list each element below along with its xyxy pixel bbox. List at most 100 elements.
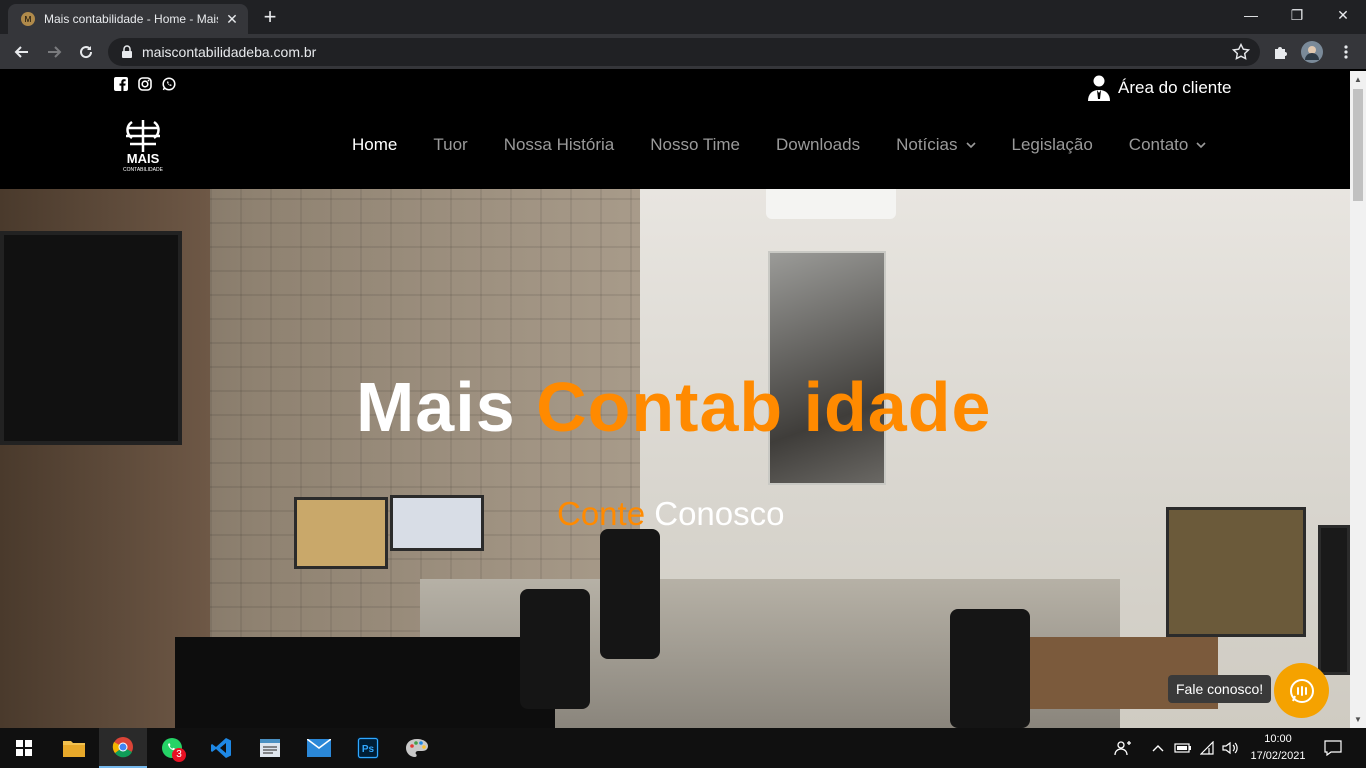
clock-date: 17/02/2021 (1250, 750, 1306, 762)
web-page: Área do cliente MAIS CONTABILIDADE Home … (0, 71, 1350, 728)
browser-tab[interactable]: M Mais contabilidade - Home - Mais conta… (8, 4, 248, 34)
nav-item-legislacao[interactable]: Legislação (1012, 135, 1093, 155)
nav-label: Contato (1128, 135, 1189, 154)
nav-item-nossa-historia[interactable]: Nossa História (504, 135, 615, 155)
hero-desk (175, 637, 555, 728)
restore-button[interactable]: ❐ (1274, 0, 1320, 30)
system-clock[interactable]: 10:00 17/02/2021 (1248, 731, 1308, 765)
tab-title: Mais contabilidade - Home - Mais contabi… (44, 12, 218, 26)
new-tab-button[interactable]: + (258, 6, 282, 28)
puzzle-icon (1275, 47, 1287, 59)
logo-emblem-icon: MAIS CONTABILIDADE (123, 120, 164, 173)
svg-text:CONTABILIDADE: CONTABILIDADE (123, 167, 164, 173)
taskbar-file-explorer[interactable] (50, 728, 98, 768)
mail-icon (307, 739, 331, 757)
profile-avatar[interactable] (1298, 38, 1326, 66)
hero-monitor (1318, 525, 1350, 675)
chat-bubble-icon (1289, 678, 1314, 703)
start-button[interactable] (0, 728, 48, 768)
taskbar-vscode[interactable] (197, 728, 245, 768)
nav-item-contato[interactable]: Contato (1129, 135, 1207, 155)
paint-palette-icon (406, 739, 428, 757)
hero-subtitle: Conte Conosco (557, 495, 784, 533)
social-links (114, 77, 176, 91)
hero-air-conditioner (766, 189, 896, 219)
chat-label[interactable]: Fale conosco! (1168, 675, 1272, 703)
bookmark-star-icon[interactable] (1232, 43, 1250, 61)
tray-people-icon[interactable] (1114, 728, 1132, 768)
hero-subtitle-orange: Conte (557, 495, 655, 532)
taskbar-chrome[interactable] (99, 728, 147, 768)
taskbar-mail[interactable] (295, 728, 343, 768)
taskbar-photoshop[interactable]: Ps (344, 728, 392, 768)
nav-label: Tuor (433, 135, 468, 154)
scrollbar-thumb[interactable] (1353, 89, 1363, 201)
folder-icon (63, 741, 85, 757)
hero-title-orange: Contab idade (536, 368, 992, 446)
windows-logo-icon (16, 740, 32, 756)
tray-notifications-icon[interactable] (1324, 728, 1342, 768)
taskbar-whatsapp[interactable] (148, 728, 196, 768)
site-logo[interactable]: MAIS CONTABILIDADE (118, 118, 168, 174)
nav-label: Notícias (896, 135, 958, 154)
hero-chair (520, 589, 590, 709)
reload-icon (80, 46, 93, 59)
forward-button[interactable] (40, 38, 68, 66)
nav-item-nosso-time[interactable]: Nosso Time (650, 135, 740, 155)
hero-monitor (1166, 507, 1306, 637)
chevron-down-icon (965, 142, 976, 149)
nav-label: Nossa História (503, 135, 615, 154)
client-area-link[interactable]: Área do cliente (1088, 75, 1231, 101)
scroll-up-arrow-icon[interactable]: ▲ (1354, 75, 1362, 84)
clock-time: 10:00 (1264, 733, 1292, 745)
tray-battery-icon[interactable] (1174, 728, 1192, 768)
vscode-icon (211, 738, 231, 758)
tab-close-icon[interactable]: ✕ (224, 11, 240, 28)
browser-toolbar: maiscontabilidadeba.com.br (0, 34, 1366, 70)
svg-text:Ps: Ps (362, 744, 375, 755)
back-arrow-icon (14, 46, 28, 58)
site-header: Área do cliente MAIS CONTABILIDADE Home … (0, 71, 1350, 189)
nav-item-home[interactable]: Home (352, 135, 397, 155)
hero-title: Mais Contab idade (356, 367, 991, 447)
tray-volume-icon[interactable] (1222, 728, 1238, 768)
kebab-menu-icon (1344, 45, 1348, 59)
extensions-button[interactable] (1266, 38, 1294, 66)
nav-item-downloads[interactable]: Downloads (776, 135, 860, 155)
whatsapp-icon[interactable] (162, 77, 176, 91)
hero-subtitle-white: Conosco (654, 495, 785, 532)
nav-item-noticias[interactable]: Notícias (896, 135, 976, 155)
hero-chair (950, 609, 1030, 728)
forward-arrow-icon (48, 46, 62, 58)
taskbar-paint[interactable] (393, 728, 441, 768)
instagram-icon[interactable] (138, 77, 152, 91)
user-icon (1088, 75, 1110, 101)
hero-banner: Mais Contab idade Conte Conosco (0, 189, 1350, 728)
lock-icon (122, 45, 132, 58)
chrome-menu-button[interactable] (1332, 38, 1360, 66)
page-scrollbar[interactable]: ▲ ▼ (1350, 71, 1366, 728)
address-bar[interactable]: maiscontabilidadeba.com.br (108, 38, 1260, 66)
close-window-button[interactable]: ✕ (1320, 0, 1366, 30)
facebook-icon[interactable] (114, 77, 128, 91)
nav-label: Legislação (1011, 135, 1093, 154)
chat-button[interactable] (1274, 663, 1329, 718)
hero-tv-image (0, 231, 182, 445)
reload-button[interactable] (72, 38, 100, 66)
url-text: maiscontabilidadeba.com.br (142, 44, 317, 60)
chrome-icon (112, 737, 133, 758)
browser-tabbar: M Mais contabilidade - Home - Mais conta… (0, 0, 1366, 34)
back-button[interactable] (8, 38, 36, 66)
tray-chevron-up-icon[interactable] (1152, 728, 1164, 768)
hero-chair (600, 529, 660, 659)
whatsapp-notification-badge: 3 (172, 748, 186, 762)
site-favicon-icon: M (21, 12, 35, 26)
windows-taskbar: 3 Ps 10:00 17/02/2021 (0, 728, 1366, 768)
nav-item-tuor[interactable]: Tuor (433, 135, 467, 155)
taskbar-notepad[interactable] (246, 728, 294, 768)
scroll-down-arrow-icon[interactable]: ▼ (1354, 715, 1362, 724)
minimize-button[interactable]: — (1228, 0, 1274, 30)
svg-text:M: M (25, 15, 32, 24)
main-navigation: Home Tuor Nossa História Nosso Time Down… (352, 135, 1242, 155)
tray-wifi-icon[interactable] (1200, 728, 1216, 768)
